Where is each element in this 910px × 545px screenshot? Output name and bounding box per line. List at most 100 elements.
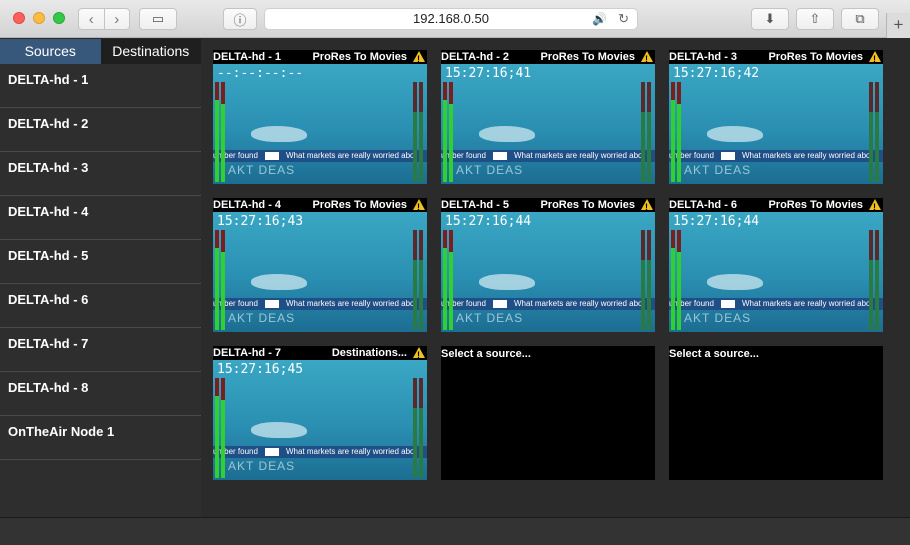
download-icon[interactable]: ⬇ [751,8,789,30]
source-tile[interactable]: DELTA-hd - 7 Destinations... 15:27:16;45… [213,346,427,480]
audio-meter [413,82,417,182]
audio-meter [875,230,879,330]
news-ticker: umber found What markets are really worr… [441,298,655,310]
audio-meter [641,82,645,182]
source-item[interactable]: DELTA-hd - 3 [0,152,201,196]
broadcast-logo: AKT DEAS [684,311,752,325]
zoom-window-button[interactable] [53,12,65,24]
timecode: 15:27:16;43 [217,214,304,229]
chevron-left-icon[interactable]: ‹ [79,9,105,29]
tile-destination-label[interactable]: ProRes To Movies [768,50,863,64]
play-icon [493,152,507,160]
tile-destination-label[interactable]: ProRes To Movies [540,50,635,64]
tile-destination-label[interactable]: ProRes To Movies [312,50,407,64]
info-icon[interactable]: ⓘ [223,8,257,30]
play-icon [721,300,735,308]
video-subject [707,126,763,142]
source-item[interactable]: DELTA-hd - 8 [0,372,201,416]
source-tile[interactable]: DELTA-hd - 5 ProRes To Movies 15:27:16;4… [441,198,655,332]
ticker-text-a: umber found [441,299,486,308]
warning-icon [641,199,653,214]
tile-destination-label[interactable]: ProRes To Movies [768,198,863,212]
news-ticker: umber found What markets are really worr… [213,298,427,310]
speaker-icon[interactable]: 🔊 [592,9,607,29]
news-ticker: umber found What markets are really worr… [213,150,427,162]
ticker-text-b: What markets are really worried abo [286,299,415,308]
tabs-icon[interactable]: ⧉ [841,8,879,30]
tile-source-name: DELTA-hd - 7 [213,347,282,359]
tab-destinations[interactable]: Destinations [100,39,201,64]
empty-tile[interactable]: Select a source... [669,346,883,480]
reload-icon[interactable]: ↻ [618,9,629,29]
source-tile[interactable]: DELTA-hd - 6 ProRes To Movies 15:27:16;4… [669,198,883,332]
tile-source-name: DELTA-hd - 2 [441,51,510,63]
audio-meter [221,82,225,182]
address-bar[interactable]: 192.168.0.50 🔊 ↻ [264,8,638,30]
url-text: 192.168.0.50 [413,11,489,26]
timecode: 15:27:16;42 [673,66,760,81]
news-ticker: umber found What markets are really worr… [669,150,883,162]
video-preview[interactable]: 15:27:16;45 umber found What markets are… [213,360,427,480]
broadcast-logo: AKT DEAS [228,163,296,177]
tile-header: DELTA-hd - 5 ProRes To Movies [441,198,655,214]
source-tile[interactable]: DELTA-hd - 2 ProRes To Movies 15:27:16;4… [441,50,655,184]
empty-tile[interactable]: Select a source... [441,346,655,480]
source-item[interactable]: DELTA-hd - 7 [0,328,201,372]
tile-destination-label[interactable]: ProRes To Movies [312,198,407,212]
timecode: 15:27:16;44 [673,214,760,229]
source-item[interactable]: DELTA-hd - 2 [0,108,201,152]
status-bar [0,517,910,545]
audio-meter [215,230,219,330]
tile-source-name: DELTA-hd - 4 [213,199,282,211]
audio-meter [869,230,873,330]
tile-header: DELTA-hd - 7 Destinations... [213,346,427,362]
broadcast-logo: AKT DEAS [228,311,296,325]
video-preview[interactable]: 15:27:16;43 umber found What markets are… [213,212,427,332]
video-subject [479,274,535,290]
broadcast-logo: AKT DEAS [684,163,752,177]
source-tile[interactable]: DELTA-hd - 3 ProRes To Movies 15:27:16;4… [669,50,883,184]
video-preview[interactable]: 15:27:16;44 umber found What markets are… [441,212,655,332]
source-tile[interactable]: DELTA-hd - 1 ProRes To Movies --:--:--:-… [213,50,427,184]
chevron-right-icon[interactable]: › [105,9,130,29]
tile-source-name: DELTA-hd - 3 [669,51,738,63]
video-preview[interactable]: 15:27:16;42 umber found What markets are… [669,64,883,184]
share-icon[interactable]: ⇧ [796,8,834,30]
minimize-window-button[interactable] [33,12,45,24]
audio-meter [443,230,447,330]
timecode: --:--:--:-- [217,66,304,81]
audio-meter [677,230,681,330]
warning-icon [413,51,425,66]
audio-meter [647,82,651,182]
source-item[interactable]: OnTheAir Node 1 [0,416,201,460]
audio-meter [449,230,453,330]
source-tile[interactable]: DELTA-hd - 4 ProRes To Movies 15:27:16;4… [213,198,427,332]
ticker-text-b: What markets are really worried abo [742,151,871,160]
source-item[interactable]: DELTA-hd - 6 [0,284,201,328]
ticker-text-a: umber found [213,151,258,160]
plus-icon[interactable]: + [886,13,910,38]
warning-icon [869,51,881,66]
tile-header: DELTA-hd - 4 ProRes To Movies [213,198,427,214]
ticker-text-a: umber found [213,447,258,456]
tile-destination-label[interactable]: Destinations... [332,346,407,360]
tile-destination-label[interactable]: ProRes To Movies [540,198,635,212]
source-item[interactable]: DELTA-hd - 1 [0,64,201,108]
audio-meter [875,82,879,182]
tile-header: DELTA-hd - 6 ProRes To Movies [669,198,883,214]
tab-sources[interactable]: Sources [0,39,101,64]
sidebar-tabs: Sources Destinations [0,39,201,64]
play-icon [721,152,735,160]
broadcast-logo: AKT DEAS [456,311,524,325]
video-preview[interactable]: --:--:--:-- umber found What markets are… [213,64,427,184]
tile-header: DELTA-hd - 1 ProRes To Movies [213,50,427,66]
video-preview[interactable]: 15:27:16;41 umber found What markets are… [441,64,655,184]
audio-meter [221,230,225,330]
close-window-button[interactable] [13,12,25,24]
ticker-text-b: What markets are really worried abo [742,299,871,308]
source-item[interactable]: DELTA-hd - 5 [0,240,201,284]
warning-icon [413,199,425,214]
sidebar-icon[interactable]: ▭ [139,8,177,30]
source-item[interactable]: DELTA-hd - 4 [0,196,201,240]
video-preview[interactable]: 15:27:16;44 umber found What markets are… [669,212,883,332]
